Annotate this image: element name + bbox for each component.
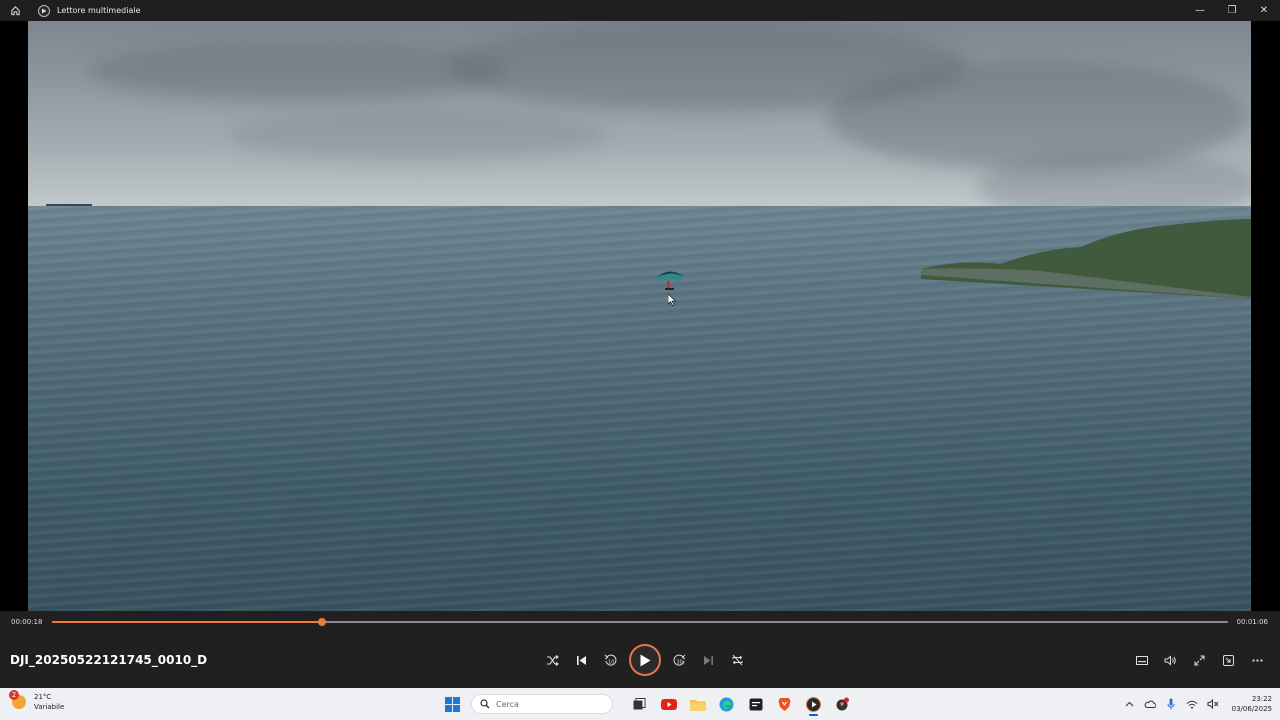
clock-date: 03/06/2025: [1231, 705, 1272, 713]
taskbar-task-view[interactable]: [625, 692, 654, 716]
title-bar: Lettore multimediale — ❐ ✕: [0, 0, 1280, 21]
previous-button[interactable]: [567, 644, 596, 676]
volume-icon: [1164, 654, 1176, 666]
subtitles-button[interactable]: [1127, 651, 1156, 669]
skip-next-icon: [704, 655, 713, 665]
volume-muted-icon: [1207, 699, 1219, 709]
microphone-icon: [1167, 698, 1175, 710]
active-app-indicator: [809, 714, 818, 716]
player-controls: 00:00:18 00:01:06 DJI_20250522121745_001…: [0, 611, 1280, 688]
brave-browser-icon: [778, 697, 791, 711]
rewind-10-icon: 10: [604, 654, 617, 666]
forward-30-icon: 30: [673, 654, 686, 666]
taskbar-youtube[interactable]: [654, 692, 683, 716]
home-button[interactable]: [0, 0, 30, 21]
taskbar-file-explorer[interactable]: [683, 692, 712, 716]
start-button[interactable]: [438, 692, 467, 716]
taskbar-clock[interactable]: 23:22 03/06/2025: [1232, 694, 1272, 714]
home-icon: [10, 6, 20, 16]
mini-player-icon: [1223, 654, 1234, 666]
close-button[interactable]: ✕: [1248, 0, 1280, 21]
clock-time: 23:22: [1251, 695, 1272, 703]
tray-wifi[interactable]: [1182, 692, 1203, 716]
svg-text:10: 10: [608, 659, 614, 665]
taskbar-brave[interactable]: [770, 692, 799, 716]
duration: 00:01:06: [1236, 618, 1268, 626]
restore-button[interactable]: ❐: [1216, 0, 1248, 21]
more-options-button[interactable]: [1243, 651, 1272, 669]
show-hidden-icons-button[interactable]: [1119, 692, 1140, 716]
app-icon: [836, 697, 849, 710]
mini-player-button[interactable]: [1214, 651, 1243, 669]
search-input[interactable]: [496, 699, 606, 709]
taskbar-app-extra[interactable]: [828, 692, 857, 716]
youtube-icon: [660, 698, 677, 710]
video-frame[interactable]: [28, 21, 1251, 611]
next-button[interactable]: [694, 644, 723, 676]
search-icon: [480, 699, 490, 709]
tray-microphone[interactable]: [1161, 692, 1182, 716]
repeat-button[interactable]: [723, 644, 752, 676]
volume-button[interactable]: [1156, 651, 1185, 669]
taskbar-edge[interactable]: [712, 692, 741, 716]
taskbar-search[interactable]: [471, 694, 613, 714]
shuffle-button[interactable]: [538, 644, 567, 676]
task-view-icon: [633, 698, 646, 710]
edge-browser-icon: [719, 697, 734, 711]
play-icon: [640, 654, 651, 666]
weather-temperature: 21°C: [34, 693, 52, 701]
cloud-icon: [1144, 700, 1157, 708]
video-hill: [921, 219, 1251, 299]
fullscreen-button[interactable]: [1185, 651, 1214, 669]
current-time: 00:00:18: [11, 618, 43, 626]
weather-widget[interactable]: 2 21°C Variabile: [9, 690, 65, 712]
taskbar-media-player[interactable]: [799, 692, 828, 716]
weather-condition: Variabile: [34, 703, 65, 711]
tray-volume[interactable]: [1203, 692, 1224, 716]
forward-30-button[interactable]: 30: [665, 644, 694, 676]
terminal-app-icon: [749, 698, 762, 710]
media-player-icon: [806, 696, 821, 712]
seek-bar[interactable]: [52, 618, 1228, 626]
video-filename: DJI_20250522121745_0010_D: [10, 653, 208, 667]
media-player-app-icon: [38, 4, 50, 17]
weather-icon: 2: [9, 690, 26, 709]
notification-badge: 2: [9, 690, 19, 700]
subtitles-icon: [1135, 655, 1148, 665]
mouse-cursor: [668, 294, 677, 306]
play-button[interactable]: [629, 644, 661, 676]
seek-bar-fill: [52, 621, 323, 623]
wing-foiler: [655, 271, 684, 290]
fullscreen-icon: [1194, 655, 1205, 665]
taskbar-app-terminal[interactable]: [741, 692, 770, 716]
more-icon: [1252, 658, 1263, 662]
minimize-button[interactable]: —: [1184, 0, 1216, 21]
wifi-icon: [1186, 700, 1198, 709]
windows-start-icon: [445, 696, 460, 712]
shuffle-icon: [547, 654, 559, 666]
svg-text:30: 30: [677, 659, 683, 665]
seek-bar-thumb[interactable]: [318, 618, 327, 626]
taskbar: 2 21°C Variabile Cerca 23:22 03/06/2025: [0, 688, 1280, 720]
repeat-off-icon: [732, 654, 743, 666]
window-title: Lettore multimediale: [57, 6, 141, 15]
chevron-up-icon: [1125, 701, 1134, 707]
rewind-10-button[interactable]: 10: [596, 644, 625, 676]
folder-icon: [689, 699, 706, 711]
tray-onedrive[interactable]: [1140, 692, 1161, 716]
skip-previous-icon: [577, 655, 586, 665]
